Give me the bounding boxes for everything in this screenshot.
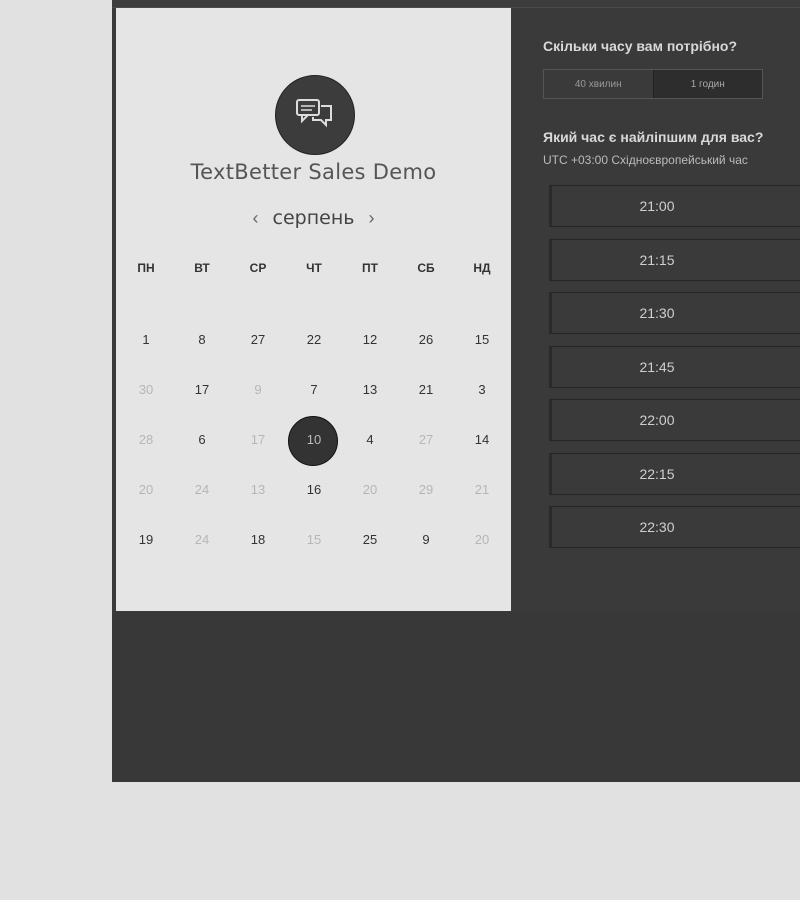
calendar-week: 19 24 18 15 25 9 20: [116, 530, 511, 550]
footer-area: [112, 612, 800, 782]
chat-bubbles-icon: [275, 75, 355, 155]
calendar-day: 20: [474, 532, 490, 547]
calendar-day[interactable]: 9: [398, 530, 454, 550]
duration-option-1-hour[interactable]: 1 годин: [652, 70, 762, 98]
calendar-day: 20: [138, 482, 154, 497]
calendar-day[interactable]: 1: [118, 330, 174, 350]
calendar-day[interactable]: 7: [286, 380, 342, 400]
calendar-day[interactable]: 12: [342, 330, 398, 350]
calendar-day: 29: [418, 482, 434, 497]
calendar-day-selected[interactable]: 10: [286, 416, 342, 466]
calendar-day[interactable]: 14: [454, 430, 510, 450]
weekday-label: ВТ: [194, 261, 210, 275]
weekday-header: ПН ВТ СР ЧТ ПТ СБ НД: [116, 261, 511, 275]
calendar-week: 30 17 9 7 13 21 3: [116, 380, 511, 400]
calendar-day: 21: [474, 482, 490, 497]
calendar-day[interactable]: 16: [286, 480, 342, 500]
time-slot-button[interactable]: 22:00: [549, 399, 800, 441]
calendar-day: 13: [250, 482, 266, 497]
calendar-day[interactable]: 13: [342, 380, 398, 400]
calendar-day: 15: [306, 532, 322, 547]
timezone-label: UTC +03:00 Східноєвропейський час: [543, 153, 748, 167]
calendar-panel: TextBetter Sales Demo ‹ серпень › ПН ВТ …: [116, 8, 511, 611]
duration-option-40-min[interactable]: 40 хвилин: [544, 70, 653, 98]
calendar-week: 20 24 13 16 20 29 21: [116, 480, 511, 500]
calendar-day: 30: [138, 382, 154, 397]
calendar-day[interactable]: 6: [174, 430, 230, 450]
month-navigation: ‹ серпень ›: [116, 204, 511, 232]
calendar-day[interactable]: 3: [454, 380, 510, 400]
top-bar: [112, 0, 800, 8]
calendar-day[interactable]: 26: [398, 330, 454, 350]
time-slot-button[interactable]: 22:15: [549, 453, 800, 495]
product-title: TextBetter Sales Demo: [190, 160, 437, 184]
time-slot-button[interactable]: 22:30: [549, 506, 800, 548]
weekday-label: СР: [249, 261, 267, 275]
calendar-day[interactable]: 22: [286, 330, 342, 350]
chevron-left-icon[interactable]: ‹: [253, 208, 259, 229]
calendar-day: 28: [138, 432, 154, 447]
time-selection-panel: Скільки часу вам потрібно? 40 хвилин 1 г…: [512, 8, 800, 611]
time-slot-button[interactable]: 21:15: [549, 239, 800, 281]
calendar-day: 20: [362, 482, 378, 497]
calendar-day[interactable]: 4: [342, 430, 398, 450]
calendar-day[interactable]: 17: [174, 380, 230, 400]
calendar-day[interactable]: 19: [118, 530, 174, 550]
calendar-day[interactable]: 15: [454, 330, 510, 350]
time-question: Який час є найліпшим для вас?: [543, 129, 764, 145]
calendar-day[interactable]: 21: [398, 380, 454, 400]
calendar-day: 27: [418, 432, 434, 447]
weekday-label: НД: [473, 261, 491, 275]
calendar-day: 24: [194, 482, 210, 497]
weekday-label: СБ: [417, 261, 435, 275]
calendar-week: 28 6 17 10 4 27 14: [116, 416, 511, 466]
month-label: серпень: [272, 207, 355, 229]
calendar-day[interactable]: 25: [342, 530, 398, 550]
time-slot-button[interactable]: 21:45: [549, 346, 800, 388]
calendar-day[interactable]: 27: [230, 330, 286, 350]
calendar-day: 17: [250, 432, 266, 447]
weekday-label: ПН: [137, 261, 155, 275]
duration-question: Скільки часу вам потрібно?: [543, 38, 738, 54]
calendar-day: 24: [194, 532, 210, 547]
calendar-day[interactable]: 8: [174, 330, 230, 350]
calendar-week: 1 8 27 22 12 26 15: [116, 330, 511, 350]
duration-toggle: 40 хвилин 1 годин: [543, 69, 763, 99]
time-slot-button[interactable]: 21:00: [549, 185, 800, 227]
calendar-day[interactable]: 18: [230, 530, 286, 550]
chevron-right-icon[interactable]: ›: [368, 208, 374, 229]
weekday-label: ЧТ: [306, 261, 322, 275]
calendar-day: 9: [254, 382, 262, 397]
time-slot-button[interactable]: 21:30: [549, 292, 800, 334]
weekday-label: ПТ: [362, 261, 378, 275]
